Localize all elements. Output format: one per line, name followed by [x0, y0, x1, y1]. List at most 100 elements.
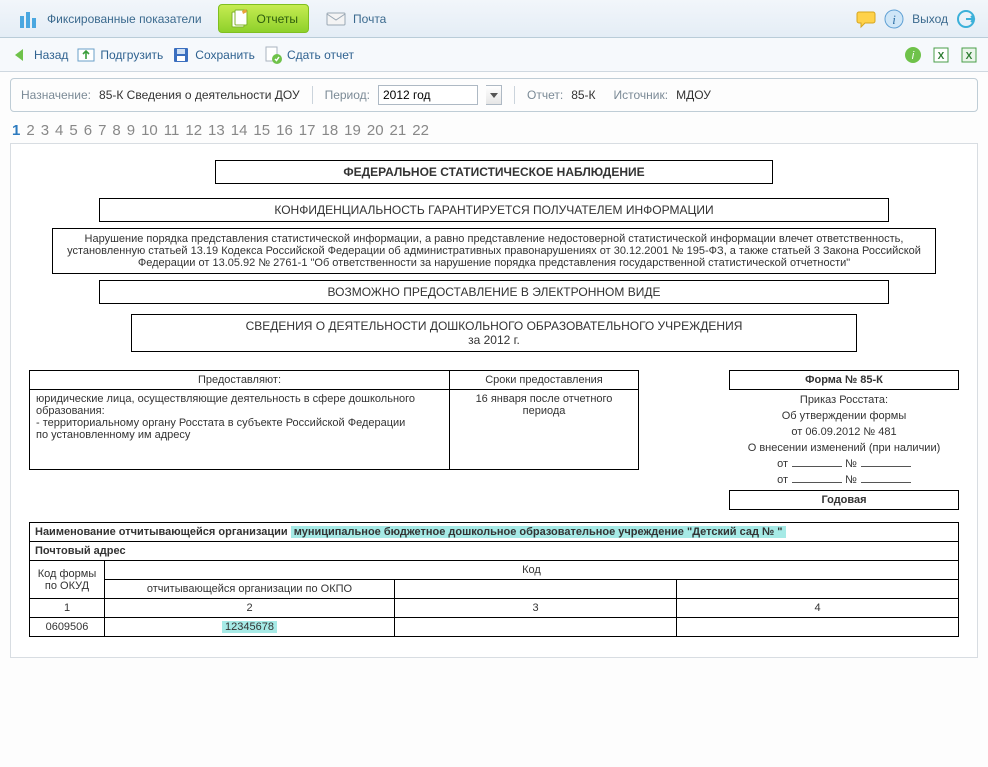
form-annual: Годовая [729, 490, 959, 510]
reports-icon [229, 8, 251, 30]
fixed-metrics-button[interactable]: Фиксированные показатели [9, 4, 212, 33]
page-16[interactable]: 16 [276, 122, 293, 139]
excel-alt-icon[interactable]: X [960, 46, 978, 64]
bar-chart-icon [19, 8, 41, 30]
page-19[interactable]: 19 [344, 122, 361, 139]
page-6[interactable]: 6 [84, 122, 92, 139]
page-5[interactable]: 5 [69, 122, 77, 139]
mail-label: Почта [353, 12, 386, 26]
code-header: Код [105, 561, 959, 580]
page-11[interactable]: 11 [164, 122, 180, 139]
report-label: Отчет: [527, 88, 563, 102]
period-dropdown-arrow[interactable] [486, 85, 502, 105]
submission-table: Предоставляют: Сроки предоставления юрид… [29, 370, 639, 470]
page-2[interactable]: 2 [26, 122, 34, 139]
upload-button[interactable]: Подгрузить [76, 45, 163, 65]
submit-label: Сдать отчет [287, 48, 354, 62]
action-toolbar: Назад Подгрузить Сохранить Сдать отчет i… [0, 38, 988, 72]
exit-icon[interactable] [956, 9, 976, 29]
fixed-metrics-label: Фиксированные показатели [47, 12, 202, 26]
organization-table: Наименование отчитывающейся организации … [29, 522, 959, 637]
purpose-value: 85-К Сведения о деятельности ДОУ [99, 88, 300, 102]
page-9[interactable]: 9 [127, 122, 135, 139]
doc-electronic: ВОЗМОЖНО ПРЕДОСТАВЛЕНИЕ В ЭЛЕКТРОННОМ ВИ… [99, 280, 890, 304]
mail-icon [325, 8, 347, 30]
source-label: Источник: [614, 88, 669, 102]
page-8[interactable]: 8 [112, 122, 120, 139]
divider [312, 86, 313, 104]
doc-confidentiality: КОНФИДЕНЦИАЛЬНОСТЬ ГАРАНТИРУЕТСЯ ПОЛУЧАТ… [99, 198, 890, 222]
page-20[interactable]: 20 [367, 122, 384, 139]
doc-violation: Нарушение порядка представления статисти… [52, 228, 936, 274]
upload-label: Подгрузить [100, 48, 163, 62]
doc-title: ФЕДЕРАЛЬНОЕ СТАТИСТИЧЕСКОЕ НАБЛЮДЕНИЕ [215, 160, 773, 184]
period-label: Период: [325, 88, 370, 102]
provide-body: юридические лица, осуществляющие деятель… [30, 390, 450, 470]
svg-text:i: i [892, 12, 896, 27]
back-button[interactable]: Назад [10, 45, 68, 65]
page-22[interactable]: 22 [412, 122, 429, 139]
org-addr-label: Почтовый адрес [30, 542, 959, 561]
form-line3: от 06.09.2012 № 481 [729, 426, 959, 438]
submit-report-button[interactable]: Сдать отчет [263, 45, 354, 65]
provide-header: Предоставляют: [30, 371, 450, 390]
org-name-value[interactable]: муниципальное бюджетное дошкольное образ… [291, 526, 786, 538]
page-13[interactable]: 13 [208, 122, 225, 139]
form-line1: Приказ Росстата: [729, 394, 959, 406]
upload-icon [76, 45, 96, 65]
report-value: 85-К [571, 88, 595, 102]
divider [514, 86, 515, 104]
page-21[interactable]: 21 [390, 122, 407, 139]
svg-text:X: X [966, 51, 973, 62]
excel-icon[interactable]: X [932, 46, 950, 64]
okud-value: 0609506 [30, 618, 105, 637]
form-num-1: № [845, 458, 857, 470]
page-3[interactable]: 3 [41, 122, 49, 139]
page-14[interactable]: 14 [231, 122, 248, 139]
save-label: Сохранить [195, 48, 255, 62]
period-input[interactable] [378, 85, 478, 105]
source-value: МДОУ [676, 88, 711, 102]
col-3: 3 [395, 599, 677, 618]
info-small-icon[interactable]: i [904, 46, 922, 64]
reports-label: Отчеты [257, 12, 298, 26]
save-icon [171, 45, 191, 65]
page-1[interactable]: 1 [12, 122, 20, 139]
okud-label: Код формы по ОКУД [30, 561, 105, 599]
top-toolbar: Фиксированные показатели Отчеты Почта i … [0, 0, 988, 38]
arrow-left-icon [10, 45, 30, 65]
form-info-box: Форма № 85-К Приказ Росстата: Об утвержд… [729, 370, 959, 510]
org-name-label: Наименование отчитывающейся организации [35, 526, 288, 538]
purpose-label: Назначение: [21, 88, 91, 102]
col-4: 4 [677, 599, 959, 618]
info-icon[interactable]: i [884, 9, 904, 29]
page-17[interactable]: 17 [299, 122, 316, 139]
reports-button[interactable]: Отчеты [218, 4, 309, 33]
form-from-2: от [777, 474, 788, 486]
submit-icon [263, 45, 283, 65]
page-15[interactable]: 15 [253, 122, 270, 139]
form-from-1: от [777, 458, 788, 470]
col-1: 1 [30, 599, 105, 618]
page-7[interactable]: 7 [98, 122, 106, 139]
deadline-header: Сроки предоставления [450, 371, 639, 390]
page-12[interactable]: 12 [185, 122, 202, 139]
form-head: Форма № 85-К [729, 370, 959, 390]
exit-label: Выход [912, 12, 948, 26]
form-num-2: № [845, 474, 857, 486]
col-2: 2 [105, 599, 395, 618]
form-line4: О внесении изменений (при наличии) [729, 442, 959, 454]
okpo-label: отчитывающейся организации по ОКПО [105, 580, 395, 599]
document-area: ФЕДЕРАЛЬНОЕ СТАТИСТИЧЕСКОЕ НАБЛЮДЕНИЕ КО… [10, 143, 978, 658]
page-18[interactable]: 18 [321, 122, 338, 139]
form-line2: Об утверждении формы [729, 410, 959, 422]
okpo-value[interactable]: 12345678 [222, 621, 277, 633]
page-10[interactable]: 10 [141, 122, 158, 139]
doc-subject-2: за 2012 г. [138, 333, 849, 347]
mail-button[interactable]: Почта [315, 4, 396, 33]
doc-subject-1: СВЕДЕНИЯ О ДЕЯТЕЛЬНОСТИ ДОШКОЛЬНОГО ОБРА… [138, 319, 849, 333]
report-meta-panel: Назначение: 85-К Сведения о деятельности… [10, 78, 978, 112]
chat-icon[interactable] [856, 9, 876, 29]
save-button[interactable]: Сохранить [171, 45, 255, 65]
page-4[interactable]: 4 [55, 122, 63, 139]
